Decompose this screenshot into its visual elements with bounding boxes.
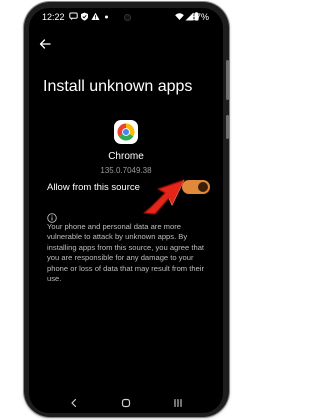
shield-check-icon	[80, 12, 89, 21]
warning-triangle-icon	[91, 12, 100, 21]
home-icon[interactable]	[119, 396, 133, 410]
app-version: 135.0.7049.38	[100, 166, 152, 175]
toggle-label: Allow from this source	[47, 182, 140, 193]
status-bar: 12:22 87%	[29, 8, 223, 28]
toggle-thumb	[198, 182, 208, 192]
red-arrow-annotation	[139, 174, 189, 218]
navigation-bar	[29, 394, 223, 412]
chrome-icon	[114, 120, 138, 144]
dot-icon	[102, 12, 111, 21]
wifi-icon	[175, 12, 184, 21]
app-name: Chrome	[108, 151, 144, 162]
back-icon[interactable]	[67, 396, 81, 410]
recents-icon[interactable]	[171, 396, 185, 410]
phone-screen: 12:22 87% Install unknown apps Chrome 13…	[29, 8, 223, 413]
back-arrow-icon[interactable]	[38, 37, 52, 51]
front-camera	[124, 14, 131, 21]
page-title: Install unknown apps	[43, 78, 193, 95]
power-button	[226, 115, 229, 139]
info-icon	[47, 210, 57, 223]
battery-percent: 87%	[190, 12, 209, 22]
warning-text: Your phone and personal data are more vu…	[47, 222, 205, 284]
status-time: 12:22	[42, 12, 65, 22]
chat-bubble-icon	[69, 12, 78, 21]
volume-button	[226, 60, 229, 100]
